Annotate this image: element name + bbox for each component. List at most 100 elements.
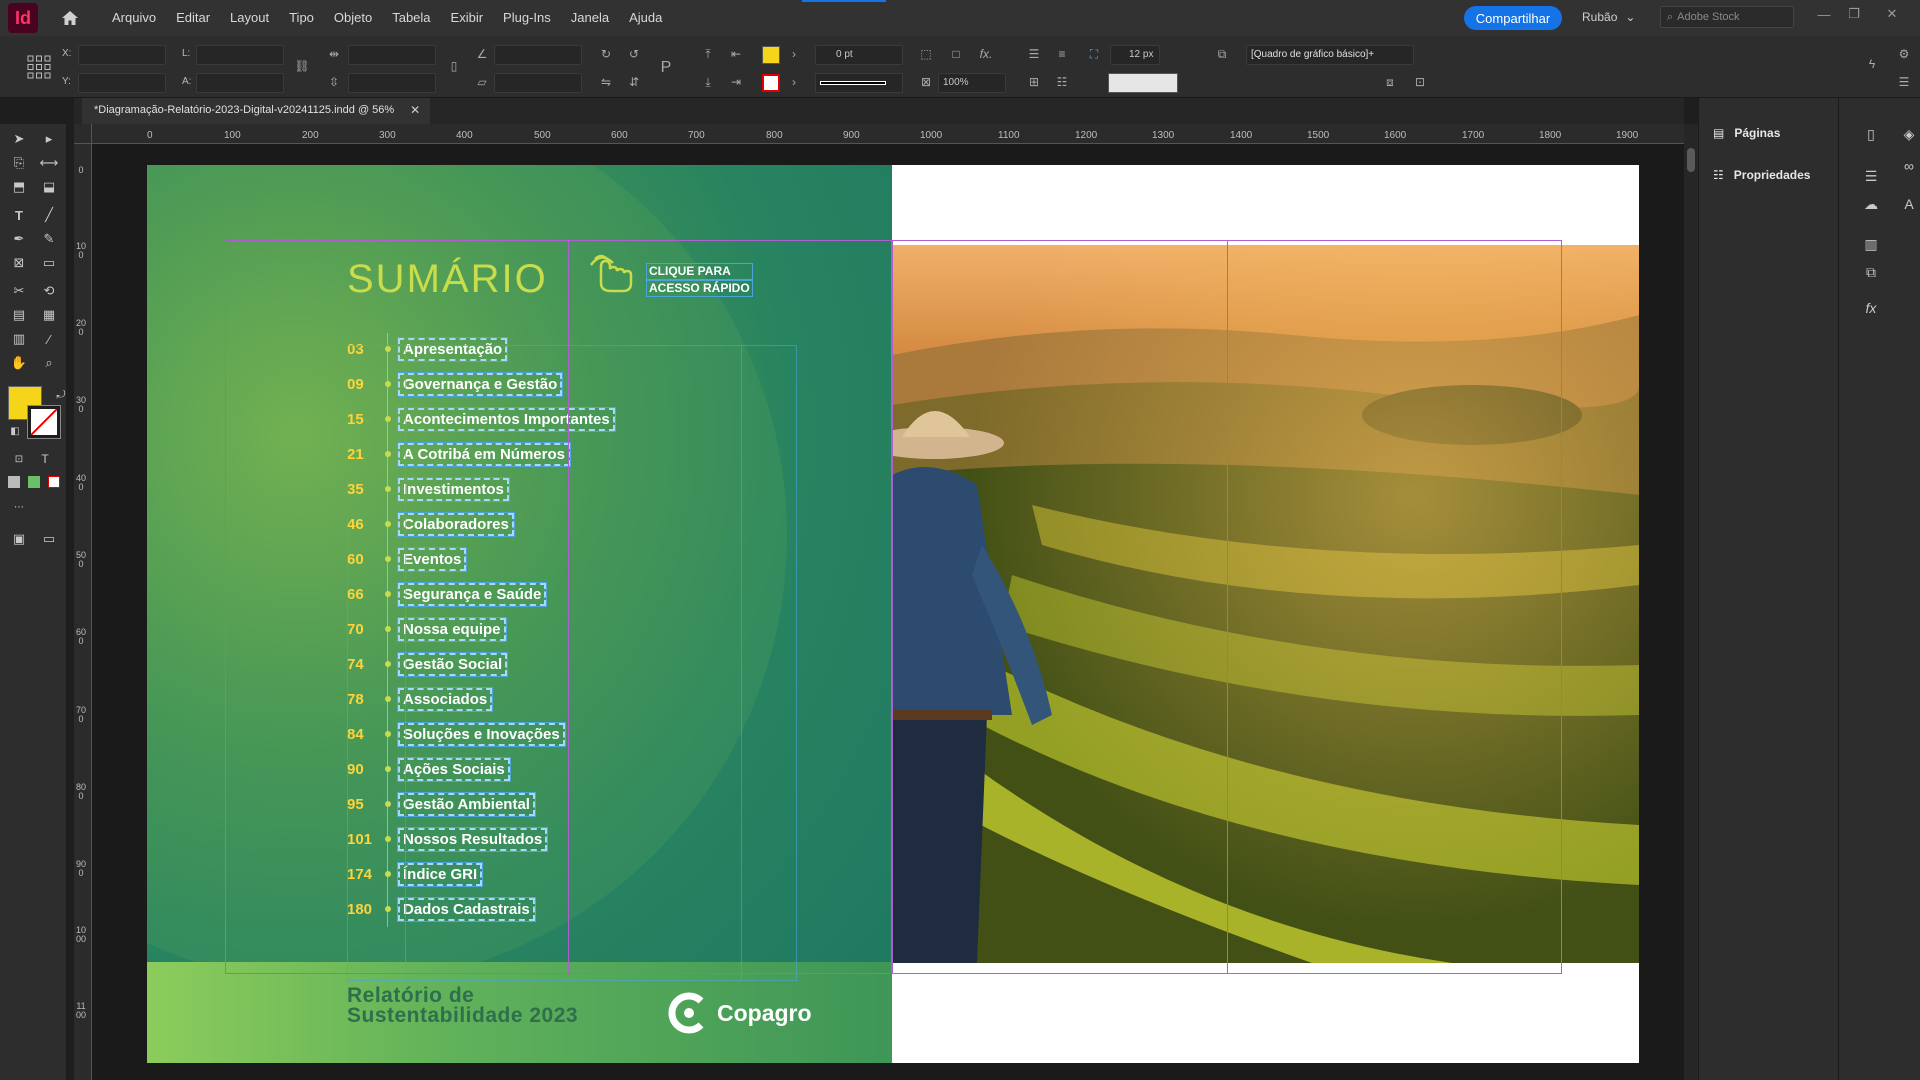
pages-dock-icon[interactable]: ▯ xyxy=(1859,122,1883,146)
cc-libraries-icon[interactable]: ☁ xyxy=(1859,192,1883,216)
vertical-ruler[interactable]: 0 100 200 300 400 500 600 700 800 900 10… xyxy=(74,144,92,1080)
corner-shape-select[interactable] xyxy=(1108,73,1178,93)
hand-tool-icon[interactable]: ✋ xyxy=(8,352,30,374)
pen-tool-icon[interactable]: ✒ xyxy=(8,228,30,250)
horizontal-ruler[interactable]: 0 100 200 300 400 500 600 700 800 900 10… xyxy=(92,124,1684,144)
page-tool-icon[interactable]: ⎘ xyxy=(8,152,30,174)
constrain-scale-icon[interactable]: ▯ xyxy=(444,56,464,76)
document-tab[interactable]: *Diagramação-Relatório-2023-Digital-v202… xyxy=(82,98,431,124)
formatting-container-icon[interactable]: ⊡ xyxy=(8,448,30,470)
formatting-text-icon[interactable]: T xyxy=(34,448,56,470)
width-field[interactable] xyxy=(196,45,284,65)
rectangle-tool-icon[interactable]: ▭ xyxy=(38,252,60,274)
preview-mode-icon[interactable]: ▭ xyxy=(38,528,60,550)
rotate-field[interactable] xyxy=(494,45,582,65)
effects-panel-icon[interactable]: fx xyxy=(1859,296,1883,320)
gradient-feather-tool-icon[interactable]: ▦ xyxy=(38,304,60,326)
pages-panel-tab[interactable]: ▤ Páginas xyxy=(1713,126,1780,140)
menu-plugins[interactable]: Plug-Ins xyxy=(493,0,561,36)
stroke-weight-field[interactable]: 0 pt xyxy=(815,45,903,65)
apply-none-icon[interactable] xyxy=(48,476,60,488)
report-title[interactable]: Relatório de Sustentabilidade 2023 xyxy=(347,985,578,1026)
properties-panel-tab[interactable]: ☷ Propriedades xyxy=(1713,168,1810,182)
menu-objeto[interactable]: Objeto xyxy=(324,0,382,36)
x-field[interactable] xyxy=(78,45,166,65)
links-icon[interactable]: ∞ xyxy=(1897,154,1920,178)
constrain-proportions-icon[interactable]: ⛓ xyxy=(292,56,312,76)
share-button[interactable]: Compartilhar xyxy=(1464,6,1562,30)
apply-color-icon[interactable] xyxy=(8,476,20,488)
control-settings-icon[interactable]: ⚙ xyxy=(1894,44,1914,64)
user-menu[interactable]: Rubão ⌄ xyxy=(1582,10,1635,24)
fill-arrow-icon[interactable]: › xyxy=(784,44,804,64)
menu-ajuda[interactable]: Ajuda xyxy=(619,0,672,36)
menu-janela[interactable]: Janela xyxy=(561,0,619,36)
auto-fit-icon[interactable]: ⧈ xyxy=(1380,72,1400,92)
note-tool-icon[interactable]: ▥ xyxy=(8,328,30,350)
scissors-tool-icon[interactable]: ✂ xyxy=(8,280,30,302)
menu-tabela[interactable]: Tabela xyxy=(382,0,440,36)
align-bottom-icon[interactable]: ☷ xyxy=(1052,72,1072,92)
menu-exibir[interactable]: Exibir xyxy=(441,0,494,36)
flip-vertical-icon[interactable]: ⇵ xyxy=(624,72,644,92)
scale-x-field[interactable] xyxy=(348,45,436,65)
frame-fitting-icon[interactable]: ⬚ xyxy=(916,44,936,64)
brand-logo[interactable]: Copagro xyxy=(667,991,812,1035)
stroke-arrow-icon[interactable]: › xyxy=(784,72,804,92)
menu-layout[interactable]: Layout xyxy=(220,0,279,36)
pasteboard[interactable]: SUMÁRIO CLIQUE PARA ACESSO RÁPIDO 03 Apre… xyxy=(92,144,1684,1080)
ruler-origin[interactable] xyxy=(74,124,92,144)
apply-gradient-icon[interactable] xyxy=(28,476,40,488)
select-content-icon[interactable]: ⤓ xyxy=(698,72,718,92)
gap-tool-icon[interactable]: ⟷ xyxy=(38,152,60,174)
eyedropper-tool-icon[interactable]: ⁄ xyxy=(38,328,60,350)
scale-y-field[interactable] xyxy=(348,73,436,93)
y-field[interactable] xyxy=(78,73,166,93)
rotate-cw-icon[interactable]: ↻ xyxy=(596,44,616,64)
swap-colors-icon[interactable]: ⤾ xyxy=(50,384,72,406)
rectangle-frame-tool-icon[interactable]: ⊠ xyxy=(8,252,30,274)
align-top-icon[interactable]: ☰ xyxy=(1024,44,1044,64)
type-tool-icon[interactable]: T xyxy=(8,204,30,226)
restore-icon[interactable]: ❐ xyxy=(1842,4,1866,24)
select-next-icon[interactable]: ⇥ xyxy=(726,72,746,92)
default-colors-icon[interactable]: ◧ xyxy=(4,420,26,442)
stroke-panel-icon[interactable]: ☰ xyxy=(1859,164,1883,188)
stroke-swatch[interactable] xyxy=(762,74,780,92)
opacity-field[interactable]: 100% xyxy=(938,73,1006,93)
control-menu-icon[interactable]: ☰ xyxy=(1894,72,1914,92)
height-field[interactable] xyxy=(196,73,284,93)
effects-fx-icon[interactable]: fx. xyxy=(976,44,996,64)
fitting-options-icon[interactable]: ⊡ xyxy=(1410,72,1430,92)
pencil-tool-icon[interactable]: ✎ xyxy=(38,228,60,250)
zoom-tool-icon[interactable]: ⌕ xyxy=(38,352,60,374)
paragraph-p-icon[interactable]: P xyxy=(656,58,676,78)
pathfinder-icon[interactable]: ⧉ xyxy=(1859,260,1883,284)
select-previous-icon[interactable]: ⇤ xyxy=(726,44,746,64)
gradient-tool-icon[interactable]: ▤ xyxy=(8,304,30,326)
lightning-icon[interactable]: ϟ xyxy=(1862,54,1882,74)
vertical-scrollbar[interactable] xyxy=(1684,124,1698,1080)
close-window-icon[interactable]: ✕ xyxy=(1880,4,1904,24)
screen-mode-icon[interactable]: ⋯ xyxy=(8,496,30,518)
drop-shadow-icon[interactable]: □ xyxy=(946,44,966,64)
normal-view-icon[interactable]: ▣ xyxy=(8,528,30,550)
align-center-icon[interactable]: ≡ xyxy=(1052,44,1072,64)
select-container-icon[interactable]: ⤒ xyxy=(698,44,718,64)
home-icon[interactable] xyxy=(56,4,84,32)
line-tool-icon[interactable]: ╱ xyxy=(38,204,60,226)
scroll-thumb[interactable] xyxy=(1687,148,1695,172)
content-placer-icon[interactable]: ⬓ xyxy=(38,176,60,198)
rotate-ccw-icon[interactable]: ↺ xyxy=(624,44,644,64)
menu-arquivo[interactable]: Arquivo xyxy=(102,0,166,36)
stroke-color-swatch[interactable] xyxy=(27,405,61,439)
align-panel-icon[interactable]: ▥ xyxy=(1859,232,1883,256)
stroke-type-select[interactable] xyxy=(815,73,903,93)
flip-horizontal-icon[interactable]: ⇋ xyxy=(596,72,616,92)
shear-field[interactable] xyxy=(494,73,582,93)
minimize-icon[interactable]: — xyxy=(1812,4,1836,24)
corner-options-icon[interactable]: ⛶ xyxy=(1084,44,1104,64)
close-tab-icon[interactable]: ✕ xyxy=(410,103,420,117)
free-transform-tool-icon[interactable]: ⟲ xyxy=(38,280,60,302)
corner-size-field[interactable]: 12 px xyxy=(1110,45,1160,65)
